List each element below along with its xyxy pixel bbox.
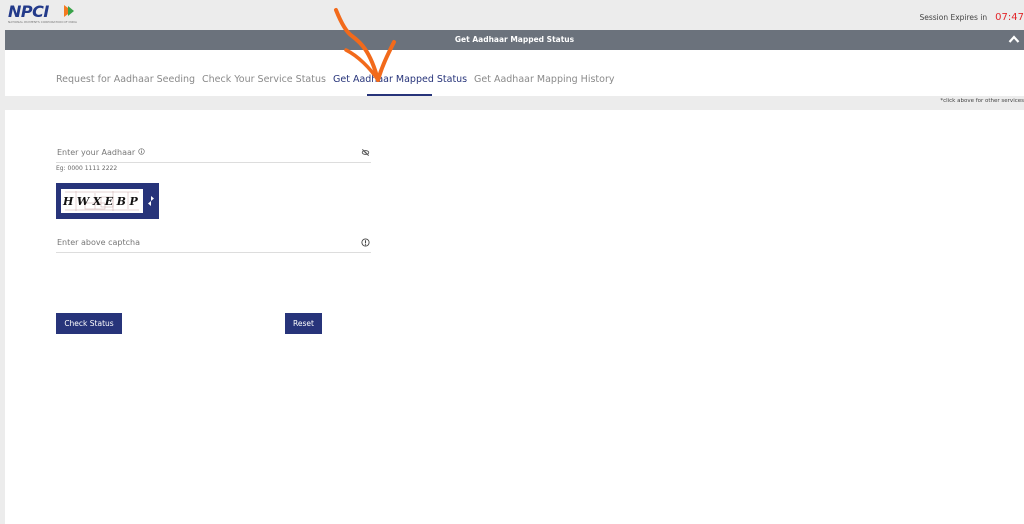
hint-strip: *click above for other services (5, 96, 1024, 110)
npci-logo: NPCI NATIONAL PAYMENTS CORPORATION OF IN… (8, 2, 78, 26)
logo-subtitle: NATIONAL PAYMENTS CORPORATION OF INDIA (8, 20, 77, 24)
logo-text: NPCI (8, 2, 49, 21)
session-timer: 07:47 (995, 12, 1024, 23)
other-services-hint: *click above for other services (940, 98, 1024, 104)
aadhaar-input[interactable]: Enter your Aadhaar (56, 145, 371, 163)
chevron-up-icon[interactable] (1008, 34, 1020, 44)
aadhaar-label: Enter your Aadhaar (57, 148, 145, 157)
captcha-image: HWXEBP (61, 189, 143, 213)
check-status-button[interactable]: Check Status (56, 313, 122, 334)
aadhaar-status-form: Enter your Aadhaar Eg: 0000 1111 2222 HW… (5, 110, 1024, 524)
panel-header: Get Aadhaar Mapped Status (5, 30, 1024, 50)
captcha-container: HWXEBP (56, 183, 159, 219)
reset-button[interactable]: Reset (285, 313, 322, 334)
tab-request-aadhaar-seeding[interactable]: Request for Aadhaar Seeding (56, 74, 195, 85)
info-icon[interactable] (138, 148, 145, 155)
tab-get-aadhaar-mapping-history[interactable]: Get Aadhaar Mapping History (474, 74, 614, 85)
session-label: Session Expires in (919, 13, 988, 22)
aadhaar-label-text: Enter your Aadhaar (57, 148, 136, 157)
tab-get-aadhaar-mapped-status[interactable]: Get Aadhaar Mapped Status (333, 74, 467, 85)
panel-title: Get Aadhaar Mapped Status (454, 35, 575, 44)
eye-slash-icon[interactable] (361, 148, 370, 157)
aadhaar-example: Eg: 0000 1111 2222 (56, 165, 118, 172)
service-tabs: Request for Aadhaar Seeding Check Your S… (5, 50, 1024, 96)
info-icon[interactable] (361, 238, 370, 247)
captcha-input[interactable]: Enter above captcha (56, 235, 371, 253)
refresh-icon[interactable] (146, 195, 156, 207)
session-expiry: Session Expires in 07:47 (919, 12, 1024, 23)
top-bar: NPCI NATIONAL PAYMENTS CORPORATION OF IN… (0, 0, 1024, 30)
tab-check-service-status[interactable]: Check Your Service Status (202, 74, 326, 85)
captcha-text: HWXEBP (63, 195, 142, 208)
captcha-label: Enter above captcha (57, 238, 140, 247)
logo-flag-accent-icon (68, 6, 74, 16)
